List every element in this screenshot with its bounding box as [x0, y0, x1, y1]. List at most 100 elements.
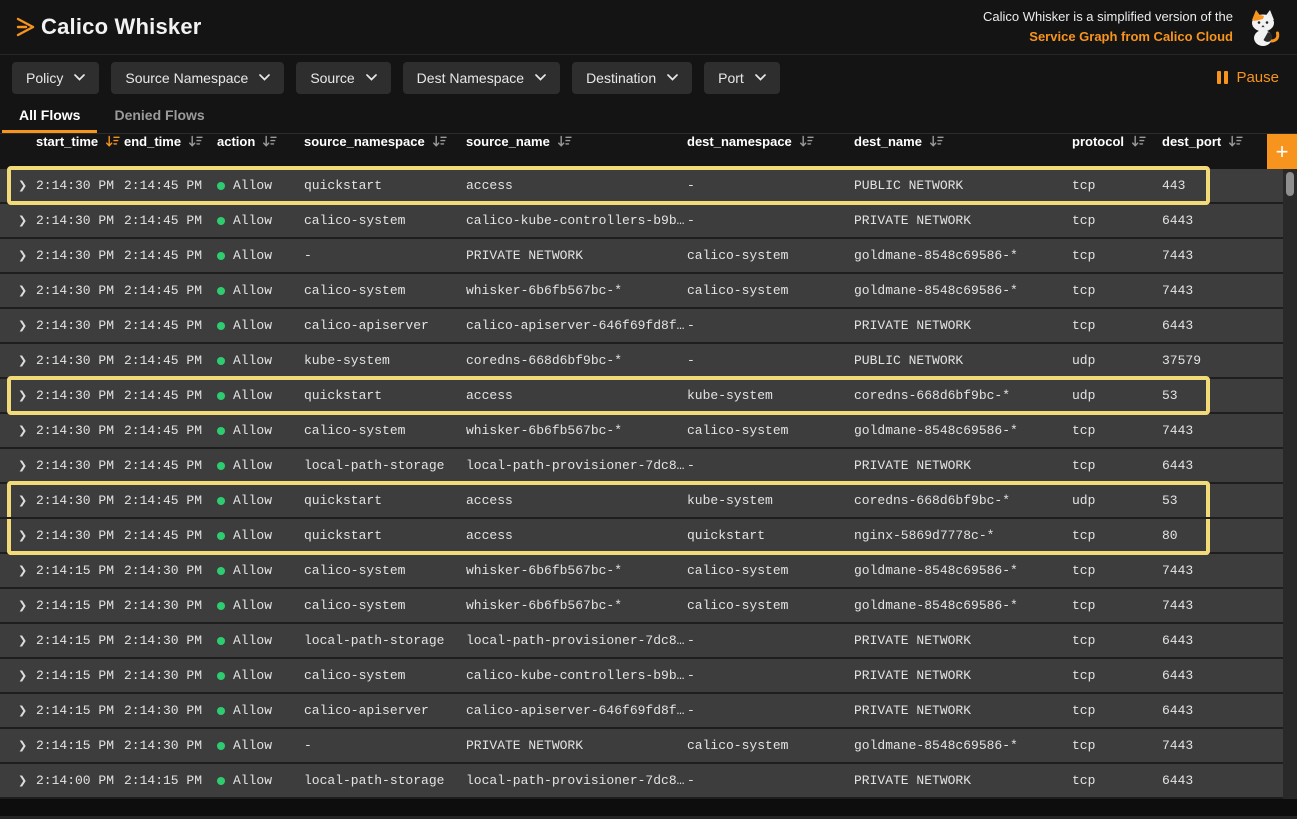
cell-source_namespace: quickstart [304, 178, 466, 193]
calico-cat-mascot [1243, 6, 1283, 48]
expand-chevron-icon[interactable]: ❯ [0, 319, 36, 332]
cell-dest_namespace: calico-system [687, 563, 854, 578]
expand-chevron-icon[interactable]: ❯ [0, 214, 36, 227]
service-graph-link[interactable]: Service Graph from Calico Cloud [1029, 29, 1233, 44]
expand-chevron-icon[interactable]: ❯ [0, 179, 36, 192]
cell-start_time: 2:14:30 PM [36, 213, 124, 228]
table-row[interactable]: ❯ 2:14:15 PM 2:14:30 PM Allow calico-sys… [0, 589, 1283, 624]
expand-chevron-icon[interactable]: ❯ [0, 739, 36, 752]
column-header-start_time[interactable]: start_time [36, 134, 124, 149]
cell-source_namespace: quickstart [304, 528, 466, 543]
cell-dest_namespace: kube-system [687, 493, 854, 508]
action-label: Allow [233, 283, 272, 298]
cell-end_time: 2:14:30 PM [124, 738, 217, 753]
cell-dest_port: 6443 [1162, 773, 1283, 788]
table-row[interactable]: ❯ 2:14:30 PM 2:14:45 PM Allow calico-api… [0, 309, 1283, 344]
filter-button-dest-namespace[interactable]: Dest Namespace [403, 62, 560, 94]
cell-dest_name: coredns-668d6bf9bc-* [854, 493, 1072, 508]
column-header-protocol[interactable]: protocol [1072, 134, 1162, 149]
sort-icon[interactable] [557, 135, 572, 148]
tab-label: All Flows [19, 107, 80, 123]
expand-chevron-icon[interactable]: ❯ [0, 774, 36, 787]
table-row[interactable]: ❯ 2:14:15 PM 2:14:30 PM Allow calico-sys… [0, 659, 1283, 694]
sort-icon[interactable] [432, 135, 447, 148]
table-row[interactable]: ❯ 2:14:30 PM 2:14:45 PM Allow - PRIVATE … [0, 239, 1283, 274]
column-header-action[interactable]: action [217, 134, 304, 149]
table-row[interactable]: ❯ 2:14:15 PM 2:14:30 PM Allow calico-api… [0, 694, 1283, 729]
column-header-label: dest_name [854, 134, 922, 149]
table-row[interactable]: ❯ 2:14:30 PM 2:14:45 PM Allow kube-syste… [0, 344, 1283, 379]
expand-chevron-icon[interactable]: ❯ [0, 424, 36, 437]
cell-end_time: 2:14:30 PM [124, 598, 217, 613]
filter-button-source[interactable]: Source [296, 62, 390, 94]
table-row[interactable]: ❯ 2:14:30 PM 2:14:45 PM Allow quickstart… [0, 484, 1283, 519]
pause-button[interactable]: Pause [1217, 69, 1285, 86]
vertical-scrollbar[interactable] [1283, 169, 1297, 799]
table-row[interactable]: ❯ 2:14:15 PM 2:14:30 PM Allow calico-sys… [0, 554, 1283, 589]
allow-status-dot [217, 322, 225, 330]
sort-icon[interactable] [1131, 135, 1146, 148]
column-header-source_namespace[interactable]: source_namespace [304, 134, 466, 149]
table-row[interactable]: ❯ 2:14:30 PM 2:14:45 PM Allow local-path… [0, 449, 1283, 484]
cell-dest_name: PRIVATE NETWORK [854, 773, 1072, 788]
cell-end_time: 2:14:30 PM [124, 668, 217, 683]
table-row[interactable]: ❯ 2:14:30 PM 2:14:45 PM Allow quickstart… [0, 519, 1283, 554]
expand-chevron-icon[interactable]: ❯ [0, 354, 36, 367]
table-row[interactable]: ❯ 2:14:30 PM 2:14:45 PM Allow calico-sys… [0, 414, 1283, 449]
column-header-dest_namespace[interactable]: dest_namespace [687, 134, 854, 149]
add-column-button[interactable]: + [1267, 134, 1297, 169]
table-row[interactable]: ❯ 2:14:15 PM 2:14:30 PM Allow local-path… [0, 624, 1283, 659]
expand-chevron-icon[interactable]: ❯ [0, 669, 36, 682]
sort-icon[interactable] [105, 135, 120, 148]
whisker-logo-icon [14, 14, 38, 40]
cell-action: Allow [217, 493, 304, 508]
sort-icon[interactable] [929, 135, 944, 148]
expand-chevron-icon[interactable]: ❯ [0, 634, 36, 647]
expand-chevron-icon[interactable]: ❯ [0, 389, 36, 402]
action-label: Allow [233, 703, 272, 718]
table-row[interactable]: ❯ 2:14:00 PM 2:14:15 PM Allow local-path… [0, 764, 1283, 799]
cell-dest_name: PRIVATE NETWORK [854, 318, 1072, 333]
expand-chevron-icon[interactable]: ❯ [0, 529, 36, 542]
table-row[interactable]: ❯ 2:14:15 PM 2:14:30 PM Allow - PRIVATE … [0, 729, 1283, 764]
table-row[interactable]: ❯ 2:14:30 PM 2:14:45 PM Allow calico-sys… [0, 274, 1283, 309]
action-label: Allow [233, 178, 272, 193]
expand-chevron-icon[interactable]: ❯ [0, 704, 36, 717]
expand-chevron-icon[interactable]: ❯ [0, 494, 36, 507]
sort-icon[interactable] [1228, 135, 1243, 148]
sort-icon[interactable] [188, 135, 203, 148]
table-row[interactable]: ❯ 2:14:30 PM 2:14:45 PM Allow quickstart… [0, 379, 1283, 414]
action-label: Allow [233, 773, 272, 788]
expand-chevron-icon[interactable]: ❯ [0, 284, 36, 297]
expand-chevron-icon[interactable]: ❯ [0, 459, 36, 472]
cell-protocol: tcp [1072, 598, 1162, 613]
expand-chevron-icon[interactable]: ❯ [0, 564, 36, 577]
table-row[interactable]: ❯ 2:14:30 PM 2:14:45 PM Allow calico-sys… [0, 204, 1283, 239]
sort-icon[interactable] [799, 135, 814, 148]
cell-source_namespace: calico-system [304, 423, 466, 438]
cell-dest_port: 7443 [1162, 423, 1283, 438]
action-label: Allow [233, 318, 272, 333]
filter-button-source-namespace[interactable]: Source Namespace [111, 62, 284, 94]
tab-denied-flows[interactable]: Denied Flows [97, 100, 221, 133]
cell-dest_namespace: - [687, 703, 854, 718]
filter-button-policy[interactable]: Policy [12, 62, 99, 94]
expand-chevron-icon[interactable]: ❯ [0, 249, 36, 262]
expand-chevron-icon[interactable]: ❯ [0, 599, 36, 612]
column-header-end_time[interactable]: end_time [124, 134, 217, 149]
allow-status-dot [217, 392, 225, 400]
table-row[interactable]: ❯ 2:14:30 PM 2:14:45 PM Allow quickstart… [0, 169, 1283, 204]
cell-source_name: PRIVATE NETWORK [466, 738, 687, 753]
cell-action: Allow [217, 773, 304, 788]
filter-label: Destination [586, 70, 656, 86]
tagline: Calico Whisker is a simplified version o… [983, 6, 1283, 48]
allow-status-dot [217, 252, 225, 260]
sort-icon[interactable] [262, 135, 277, 148]
cell-protocol: tcp [1072, 458, 1162, 473]
column-header-source_name[interactable]: source_name [466, 134, 687, 149]
filter-button-port[interactable]: Port [704, 62, 780, 94]
filter-button-destination[interactable]: Destination [572, 62, 692, 94]
scrollbar-thumb[interactable] [1286, 172, 1294, 196]
tab-all-flows[interactable]: All Flows [2, 100, 97, 133]
column-header-dest_name[interactable]: dest_name [854, 134, 1072, 149]
